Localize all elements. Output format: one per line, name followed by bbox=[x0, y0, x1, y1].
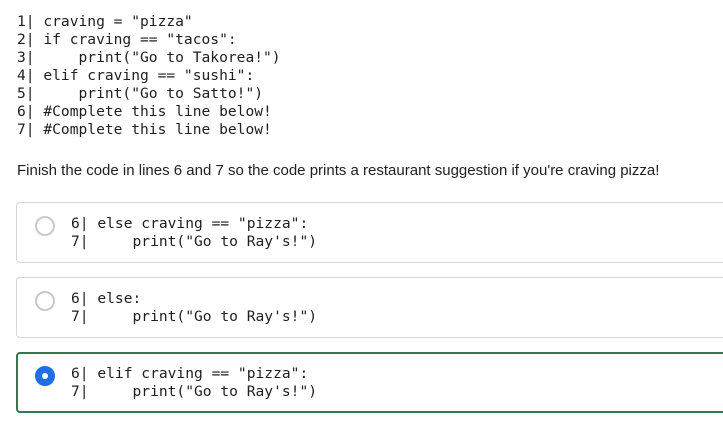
answer-option-a[interactable]: 6| else craving == "pizza": 7| print("Go … bbox=[16, 202, 723, 263]
code-line-7: 7| #Complete this line below! bbox=[17, 121, 272, 138]
option-b-code: 6| else: 7| print("Go to Ray's!") bbox=[71, 290, 317, 326]
option-c-line-7: 7| print("Go to Ray's!") bbox=[71, 383, 318, 400]
answer-option-c[interactable]: 6| elif craving == "pizza": 7| print("Go … bbox=[16, 352, 723, 413]
radio-button-c-selected[interactable] bbox=[35, 366, 55, 386]
code-line-5: 5| print("Go to Satto!") bbox=[17, 85, 264, 102]
radio-button-a[interactable] bbox=[35, 216, 55, 236]
code-line-4: 4| elif craving == "sushi": bbox=[17, 67, 255, 84]
question-code-block: 1| craving = "pizza" 2| if craving == "ta… bbox=[17, 13, 281, 139]
answer-option-b[interactable]: 6| else: 7| print("Go to Ray's!") bbox=[16, 277, 723, 338]
option-a-code: 6| else craving == "pizza": 7| print("Go … bbox=[71, 215, 317, 251]
option-a-line-6: 6| else craving == "pizza": bbox=[71, 215, 309, 232]
option-b-line-6: 6| else: bbox=[71, 290, 142, 307]
question-prompt: Finish the code in lines 6 and 7 so the … bbox=[17, 162, 660, 179]
option-b-line-7: 7| print("Go to Ray's!") bbox=[71, 308, 318, 325]
option-a-line-7: 7| print("Go to Ray's!") bbox=[71, 233, 318, 250]
option-c-code: 6| elif craving == "pizza": 7| print("Go … bbox=[71, 365, 317, 401]
radio-button-b[interactable] bbox=[35, 291, 55, 311]
option-c-line-6: 6| elif craving == "pizza": bbox=[71, 365, 309, 382]
code-line-1: 1| craving = "pizza" bbox=[17, 13, 193, 30]
code-line-6: 6| #Complete this line below! bbox=[17, 103, 272, 120]
code-line-2: 2| if craving == "tacos": bbox=[17, 31, 237, 48]
code-line-3: 3| print("Go to Takorea!") bbox=[17, 49, 281, 66]
